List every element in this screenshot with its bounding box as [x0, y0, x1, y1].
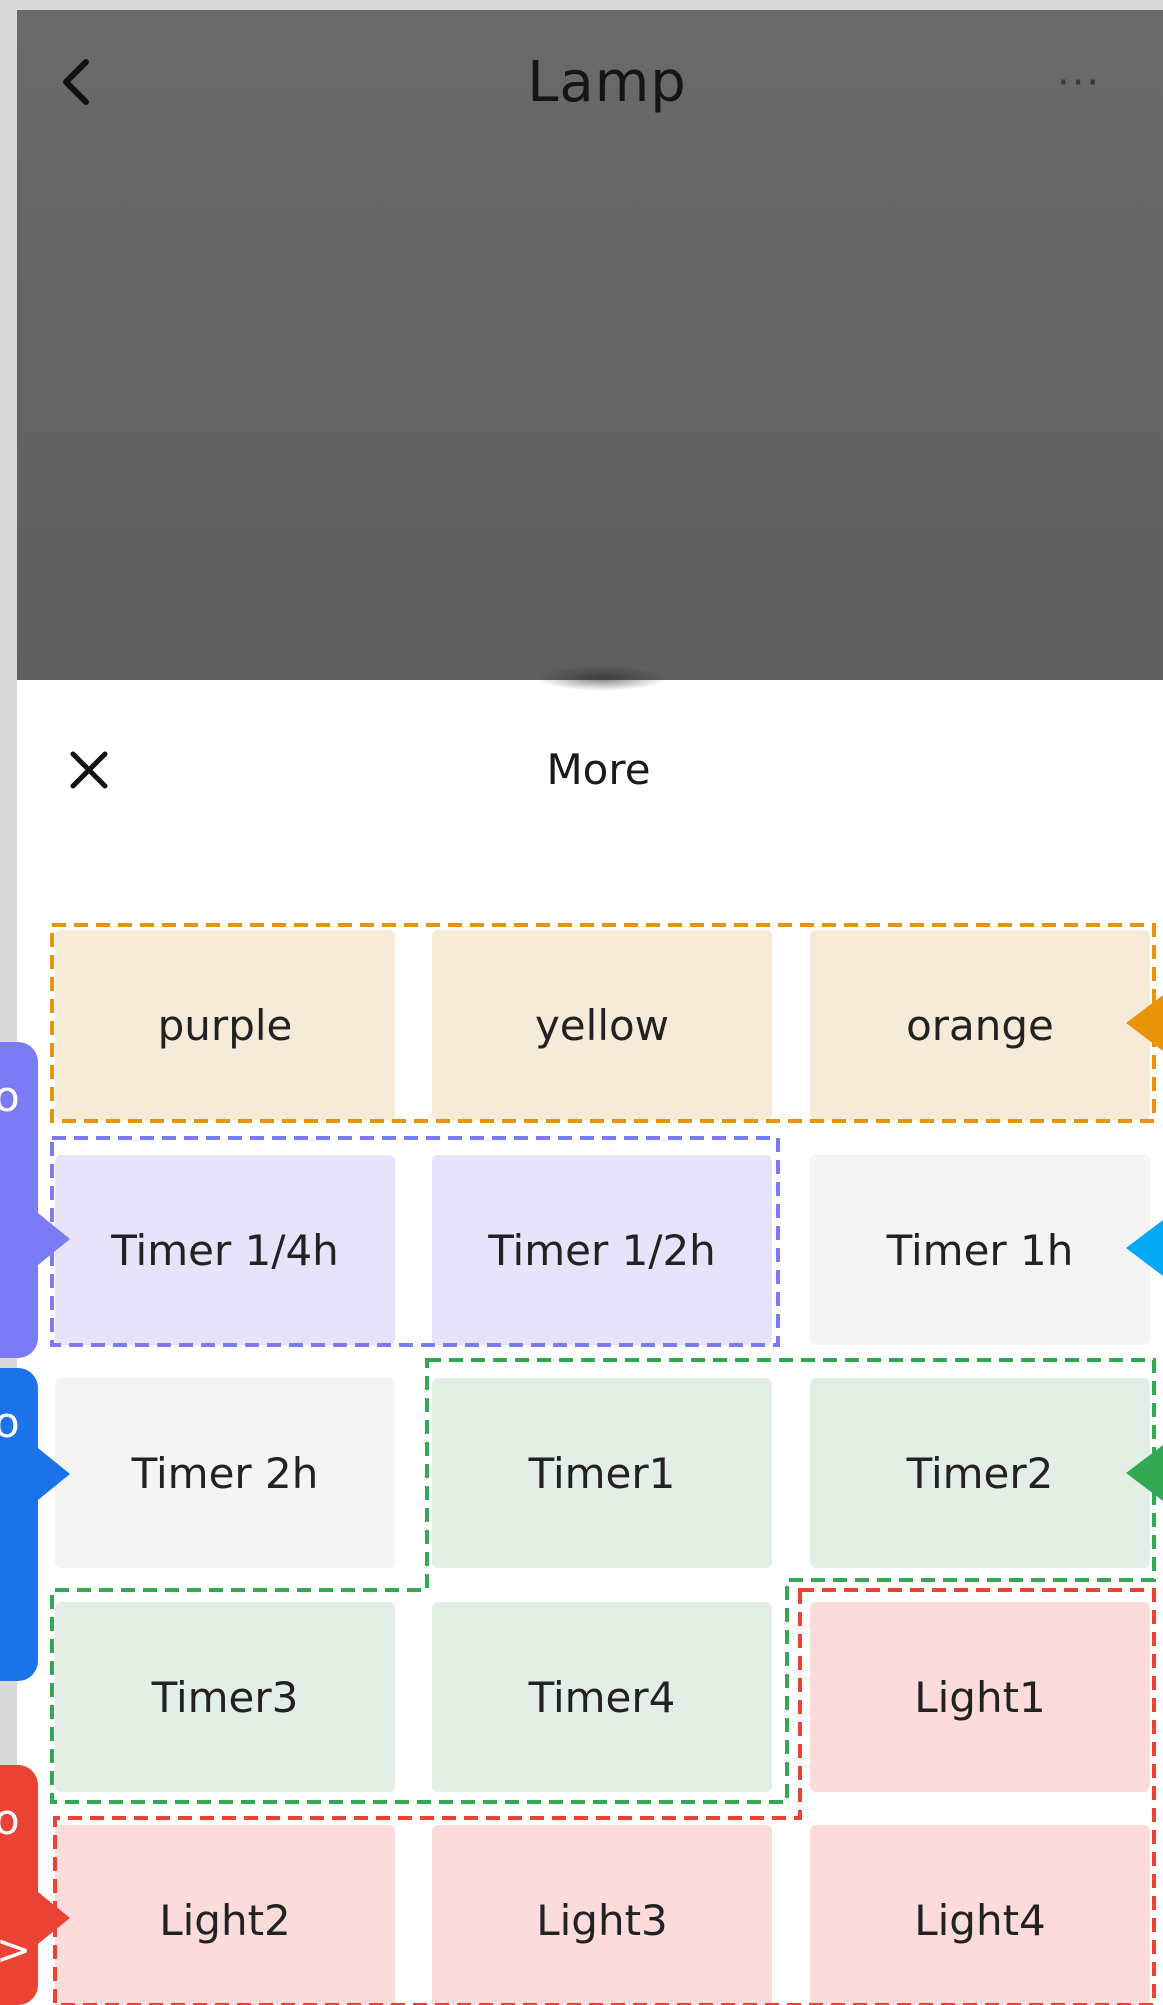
option-timer-half-hour[interactable]: Timer 1/2h [432, 1155, 772, 1345]
option-purple[interactable]: purple [55, 930, 395, 1120]
option-timer3[interactable]: Timer3 [55, 1602, 395, 1792]
blue-tag-label: o [0, 1398, 20, 1447]
option-timer2[interactable]: Timer2 [810, 1378, 1150, 1568]
option-orange[interactable]: orange [810, 930, 1150, 1120]
option-timer-2h[interactable]: Timer 2h [55, 1378, 395, 1568]
blue-tag-arrow [38, 1448, 70, 1500]
option-timer4[interactable]: Timer4 [432, 1602, 772, 1792]
option-light4[interactable]: Light4 [810, 1825, 1150, 2005]
green-group-arrow [1126, 1445, 1163, 1501]
option-timer1[interactable]: Timer1 [432, 1378, 772, 1568]
option-light1[interactable]: Light1 [810, 1602, 1150, 1792]
orange-group-arrow [1126, 995, 1163, 1051]
red-tag-label: o [0, 1795, 20, 1844]
option-timer-quarter-hour[interactable]: Timer 1/4h [55, 1155, 395, 1345]
option-timer-1h[interactable]: Timer 1h [810, 1155, 1150, 1345]
purple-tag-arrow [38, 1213, 70, 1265]
options-grid: purple yellow orange Timer 1/4h Timer 1/… [0, 0, 1163, 2005]
purple-tag-label: o [0, 1072, 20, 1121]
cyan-group-arrow [1126, 1220, 1163, 1276]
red-group-tag: o > [0, 1765, 38, 2005]
option-light3[interactable]: Light3 [432, 1825, 772, 2005]
screen: Lamp ··· More purple yellow orange Timer… [0, 0, 1163, 2005]
blue-group-tag: o [0, 1368, 38, 1681]
red-tag-extra: > [0, 1925, 32, 1974]
option-light2[interactable]: Light2 [55, 1825, 395, 2005]
option-yellow[interactable]: yellow [432, 930, 772, 1120]
red-tag-arrow [38, 1892, 70, 1944]
purple-group-tag: o [0, 1042, 38, 1358]
